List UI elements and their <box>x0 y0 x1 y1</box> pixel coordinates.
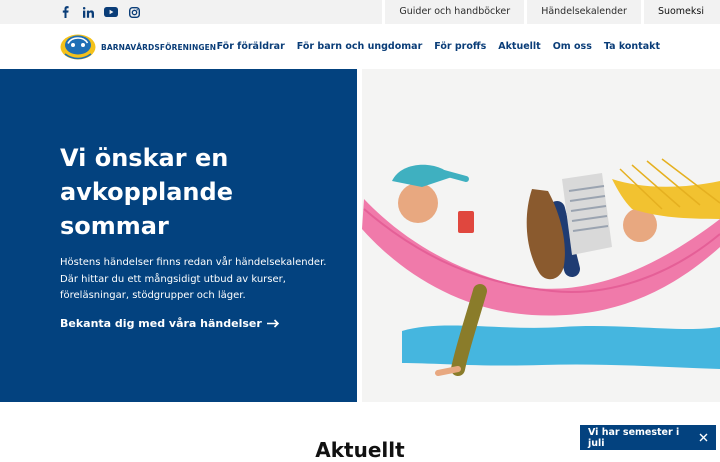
instagram-icon[interactable] <box>127 5 141 19</box>
notice-text: Vi har semester i juli <box>588 426 680 449</box>
nav-item-professionals[interactable]: För proffs <box>434 41 486 52</box>
logo-mark-icon <box>60 34 96 60</box>
logo-text: BARNAVÅRDSFÖRENINGEN <box>101 42 217 52</box>
event-calendar-link[interactable]: Händelsekalender <box>524 0 641 24</box>
hero-title: Vi önskar en avkopplande sommar <box>60 144 233 240</box>
hero-body: Höstens händelser finns redan vår händel… <box>60 257 327 301</box>
nav-item-news[interactable]: Aktuellt <box>498 41 540 52</box>
close-icon[interactable] <box>698 433 708 443</box>
nav-item-contact[interactable]: Ta kontakt <box>604 41 660 52</box>
site-logo[interactable]: BARNAVÅRDSFÖRENINGEN <box>59 32 216 62</box>
guides-link[interactable]: Guider och handböcker <box>382 0 525 24</box>
vacation-notice[interactable]: Vi har semester i juli <box>580 425 716 450</box>
linkedin-icon[interactable] <box>81 5 95 19</box>
youtube-icon[interactable] <box>104 5 118 19</box>
utility-bar: Guider och handböcker Händelsekalender S… <box>0 0 720 24</box>
social-links <box>58 5 141 19</box>
language-switch-link[interactable]: Suomeksi <box>640 0 720 24</box>
nav-item-parents[interactable]: För föräldrar <box>217 41 285 52</box>
utility-links: Guider och handböcker Händelsekalender S… <box>382 0 720 24</box>
hero-cta-label: Bekanta dig med våra händelser <box>60 317 262 330</box>
hero-panel: Vi önskar en avkopplande sommar Höstens … <box>0 69 357 402</box>
nav-item-children-youth[interactable]: För barn och ungdomar <box>297 41 422 52</box>
site-header: BARNAVÅRDSFÖRENINGEN För föräldrar För b… <box>0 24 720 69</box>
main-nav: För föräldrar För barn och ungdomar För … <box>217 24 660 69</box>
nav-item-about[interactable]: Om oss <box>553 41 592 52</box>
arrow-right-icon <box>266 319 279 328</box>
hero-cta-link[interactable]: Bekanta dig med våra händelser <box>60 317 280 330</box>
hero-illustration <box>362 69 720 402</box>
hammock-illustration <box>362 158 720 376</box>
facebook-icon[interactable] <box>58 5 72 19</box>
